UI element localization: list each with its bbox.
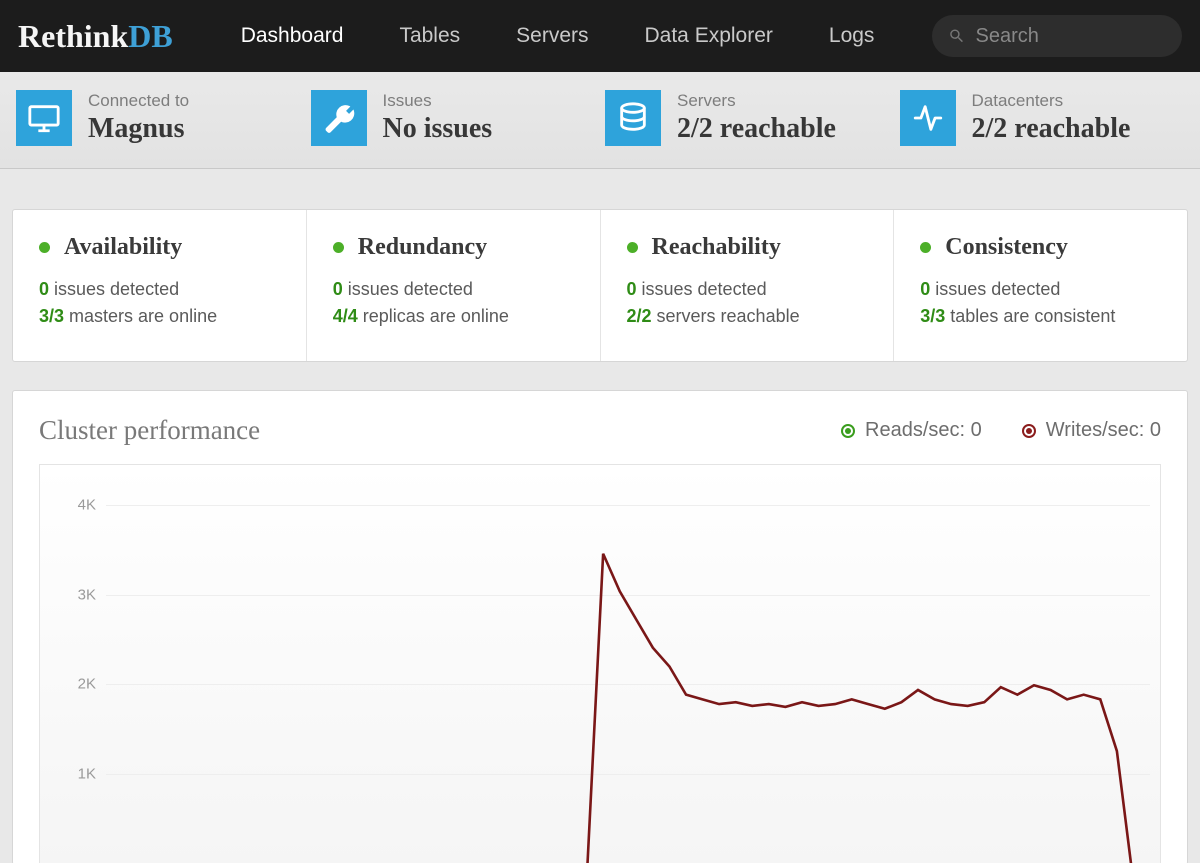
- search-icon: [948, 26, 965, 46]
- database-icon: [605, 90, 661, 146]
- status-connected-label: Connected to: [88, 91, 189, 111]
- status-issues-label: Issues: [383, 91, 493, 111]
- legend-dot-icon: [841, 424, 855, 438]
- legend-reads: Reads/sec: 0: [841, 419, 982, 442]
- performance-panel: Cluster performance Reads/sec: 0 Writes/…: [12, 390, 1188, 863]
- search-wrap[interactable]: [932, 15, 1182, 57]
- health-issues-text: issues detected: [343, 279, 473, 299]
- status-dot-icon: [920, 242, 931, 253]
- status-dot-icon: [627, 242, 638, 253]
- ytick-label: 2K: [40, 676, 96, 693]
- performance-title: Cluster performance: [39, 415, 260, 446]
- status-servers-label: Servers: [677, 91, 836, 111]
- status-connected-value: Magnus: [88, 113, 189, 145]
- health-issues-text: issues detected: [637, 279, 767, 299]
- legend-writes: Writes/sec: 0: [1022, 419, 1161, 442]
- legend-dot-icon: [1022, 424, 1036, 438]
- health-row: Availability 0 issues detected 3/3 maste…: [12, 209, 1188, 362]
- health-issues-text: issues detected: [49, 279, 179, 299]
- monitor-icon: [16, 90, 72, 146]
- health-stat-num: 3/3: [39, 306, 64, 326]
- health-stat-text: servers reachable: [652, 306, 800, 326]
- brand-logo: RethinkDB: [18, 18, 173, 55]
- health-stat-num: 3/3: [920, 306, 945, 326]
- brand-text-a: Rethink: [18, 18, 128, 54]
- status-datacenters: Datacenters 2/2 reachable: [900, 90, 1185, 146]
- health-issues-text: issues detected: [930, 279, 1060, 299]
- health-title-text: Reachability: [652, 234, 781, 261]
- health-issues-num: 0: [627, 279, 637, 299]
- wrench-icon: [311, 90, 367, 146]
- nav-logs[interactable]: Logs: [801, 2, 903, 70]
- chart-series-line: [106, 554, 1150, 863]
- health-title-text: Availability: [64, 234, 182, 261]
- status-issues: Issues No issues: [311, 90, 596, 146]
- status-connected: Connected to Magnus: [16, 90, 301, 146]
- nav-items: Dashboard Tables Servers Data Explorer L…: [213, 2, 903, 70]
- nav-tables[interactable]: Tables: [371, 2, 488, 70]
- nav-dashboard[interactable]: Dashboard: [213, 2, 372, 70]
- health-stat-num: 2/2: [627, 306, 652, 326]
- status-servers-value: 2/2 reachable: [677, 113, 836, 145]
- ytick-label: 3K: [40, 586, 96, 603]
- health-stat-num: 4/4: [333, 306, 358, 326]
- status-datacenters-label: Datacenters: [972, 91, 1131, 111]
- status-datacenters-value: 2/2 reachable: [972, 113, 1131, 145]
- performance-header: Cluster performance Reads/sec: 0 Writes/…: [39, 415, 1161, 446]
- pulse-icon: [900, 90, 956, 146]
- search-input[interactable]: [975, 25, 1166, 48]
- nav-data-explorer[interactable]: Data Explorer: [617, 2, 801, 70]
- ytick-label: 1K: [40, 766, 96, 783]
- ytick-label: 4K: [40, 496, 96, 513]
- top-navbar: RethinkDB Dashboard Tables Servers Data …: [0, 0, 1200, 72]
- performance-chart: 4K 3K 2K 1K: [39, 464, 1161, 863]
- brand-text-b: DB: [128, 18, 172, 54]
- health-stat-text: replicas are online: [358, 306, 509, 326]
- health-redundancy: Redundancy 0 issues detected 4/4 replica…: [307, 210, 601, 361]
- health-stat-text: tables are consistent: [945, 306, 1115, 326]
- health-title-text: Consistency: [945, 234, 1068, 261]
- legend-reads-label: Reads/sec: 0: [865, 419, 982, 442]
- health-issues-num: 0: [920, 279, 930, 299]
- nav-servers[interactable]: Servers: [488, 2, 616, 70]
- health-title-text: Redundancy: [358, 234, 487, 261]
- legend-writes-label: Writes/sec: 0: [1046, 419, 1161, 442]
- status-issues-value: No issues: [383, 113, 493, 145]
- health-stat-text: masters are online: [64, 306, 217, 326]
- health-consistency: Consistency 0 issues detected 3/3 tables…: [894, 210, 1187, 361]
- health-reachability: Reachability 0 issues detected 2/2 serve…: [601, 210, 895, 361]
- chart-legend: Reads/sec: 0 Writes/sec: 0: [841, 419, 1161, 442]
- status-servers: Servers 2/2 reachable: [605, 90, 890, 146]
- chart-svg: [106, 465, 1150, 863]
- health-issues-num: 0: [39, 279, 49, 299]
- status-dot-icon: [39, 242, 50, 253]
- health-availability: Availability 0 issues detected 3/3 maste…: [13, 210, 307, 361]
- health-issues-num: 0: [333, 279, 343, 299]
- status-dot-icon: [333, 242, 344, 253]
- status-strip: Connected to Magnus Issues No issues Ser…: [0, 72, 1200, 169]
